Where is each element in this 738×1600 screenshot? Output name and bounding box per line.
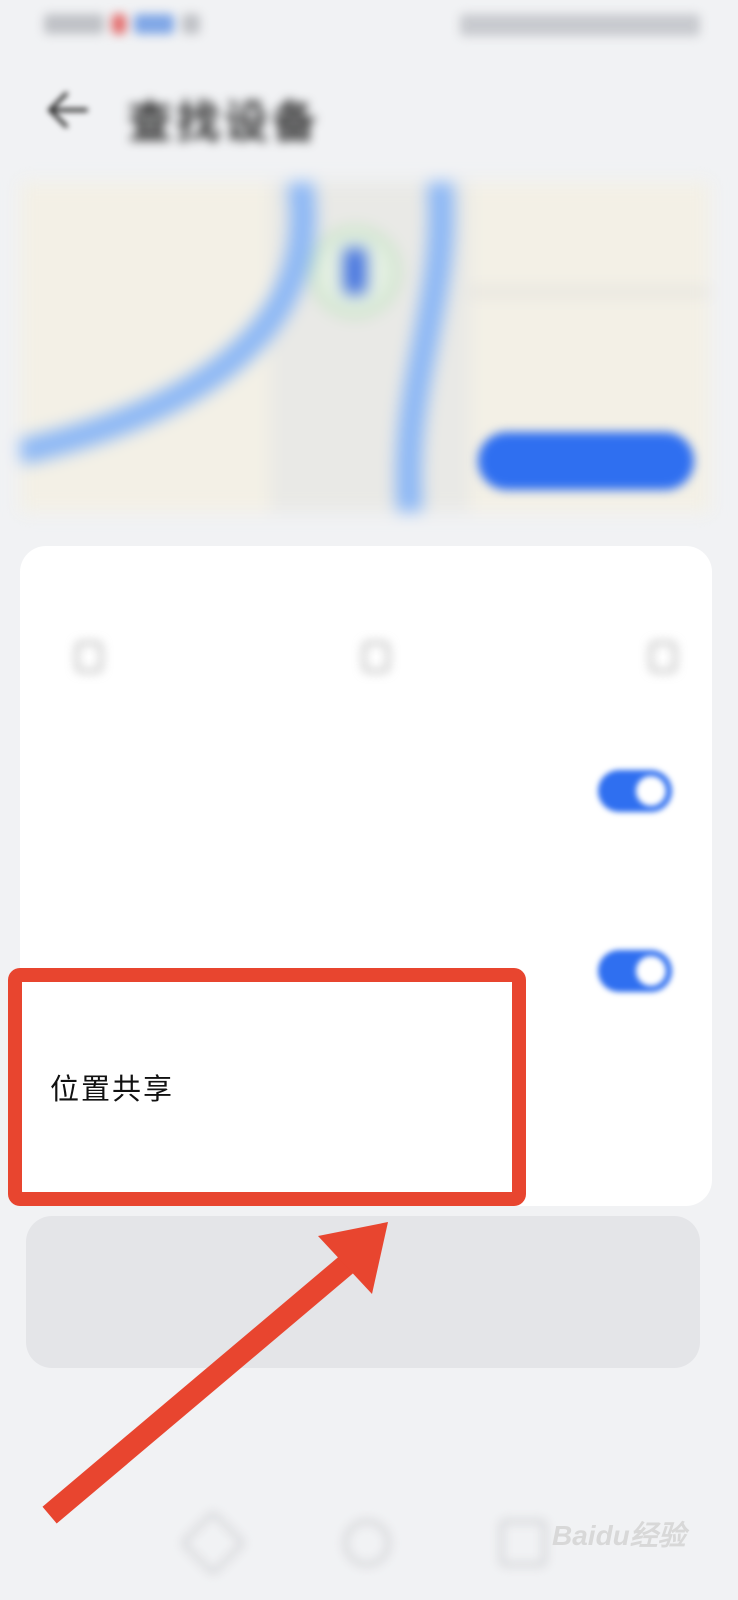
watermark: Baidu经验	[552, 1520, 686, 1551]
annotation-arrow	[42, 1222, 388, 1524]
